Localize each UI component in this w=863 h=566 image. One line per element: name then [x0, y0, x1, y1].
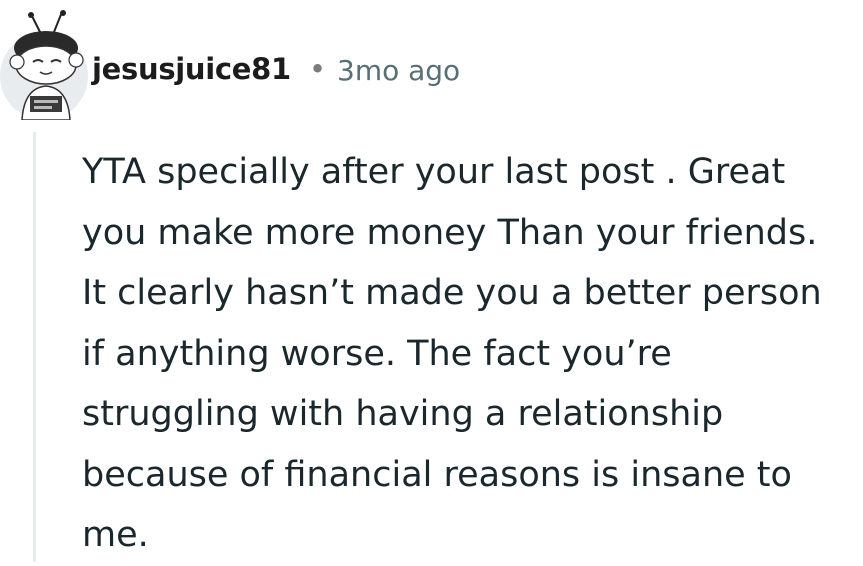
comment-timestamp[interactable]: 3mo ago	[337, 54, 460, 87]
comment-body: YTA specially after your last post . Gre…	[82, 152, 822, 555]
username-link[interactable]: jesusjuice81	[92, 52, 291, 86]
comment-header: jesusjuice81 • 3mo ago	[0, 0, 863, 121]
thread-collapse-line[interactable]	[33, 132, 36, 562]
snoo-avatar-icon[interactable]	[0, 10, 100, 121]
meta-separator: •	[309, 52, 327, 86]
comment: jesusjuice81 • 3mo ago YTA specially aft…	[0, 0, 863, 562]
